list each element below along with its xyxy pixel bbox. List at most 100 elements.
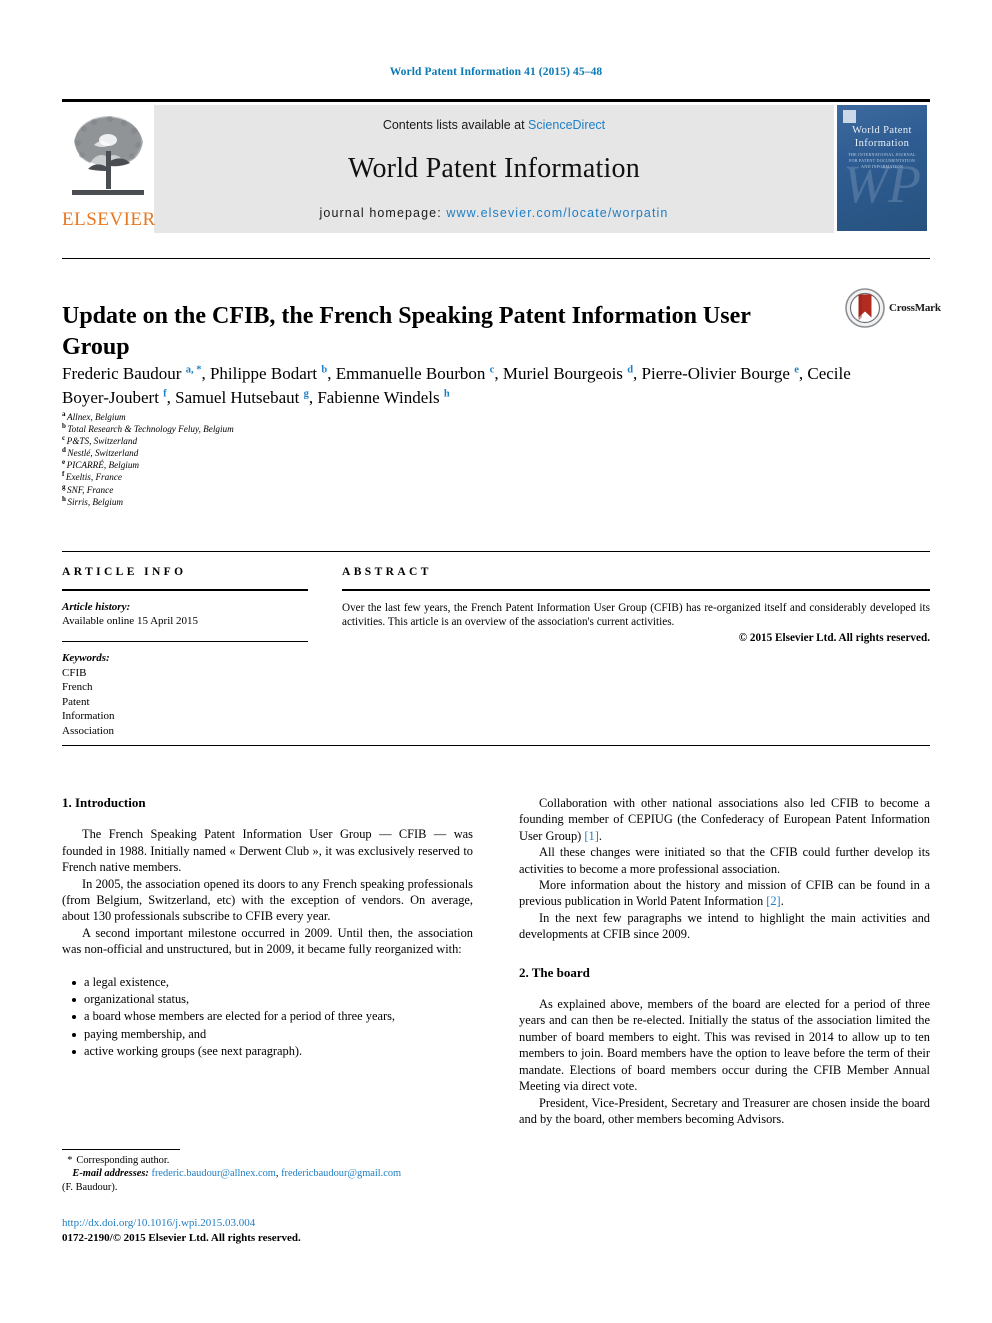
abstract-copyright: © 2015 Elsevier Ltd. All rights reserved… <box>738 631 930 644</box>
reorganization-bullet-list: a legal existence, organizational status,… <box>62 974 473 1060</box>
body-paragraph: All these changes were initiated so that… <box>519 845 930 876</box>
abstract-heading-rule <box>342 589 930 591</box>
affiliation-text: SNF, France <box>67 484 114 495</box>
journal-banner: Contents lists available at ScienceDirec… <box>154 105 834 233</box>
affiliation-text: Total Research & Technology Feluy, Belgi… <box>67 424 234 435</box>
affiliation-text: P&TS, Switzerland <box>66 436 138 447</box>
elsevier-tree-icon <box>72 116 144 195</box>
affiliation-text: Allnex, Belgium <box>67 412 126 422</box>
info-abstract-gap <box>308 566 342 738</box>
keywords-values: CFIB French Patent Information Association <box>62 666 308 739</box>
affiliation-mark: b <box>62 422 66 431</box>
asterisk-icon: * <box>67 1155 73 1166</box>
elsevier-logo: ELSEVIER <box>62 105 156 233</box>
affiliation-mark: a <box>62 409 66 418</box>
elsevier-wordmark: ELSEVIER <box>62 209 156 230</box>
body-paragraph: In 2005, the association opened its door… <box>62 876 473 924</box>
author-entry: Pierre-Olivier Bourge e <box>642 364 799 383</box>
doi-link[interactable]: http://dx.doi.org/10.1016/j.wpi.2015.03.… <box>62 1216 492 1231</box>
author-entry: Muriel Bourgeois d <box>503 364 633 383</box>
contents-prefix-text: Contents lists available at <box>382 118 529 132</box>
author-entry: Philippe Bodart b <box>210 364 327 383</box>
article-info-heading-rule <box>62 589 308 591</box>
affiliation-item: e PICARRÉ, Belgium <box>62 459 622 471</box>
affiliation-item: b Total Research & Technology Feluy, Belg… <box>62 423 622 435</box>
keyword-item: CFIB <box>62 666 87 679</box>
keyword-item: Patent <box>62 695 90 708</box>
affiliation-mark: f <box>62 470 65 479</box>
affiliation-item: c P&TS, Switzerland <box>62 435 622 447</box>
citation-reference[interactable]: [1] <box>584 829 598 843</box>
author-name: Samuel Hutsebaut <box>175 388 300 407</box>
citation-reference[interactable]: [2] <box>766 894 780 908</box>
page-title: Update on the CFIB, the French Speaking … <box>62 303 751 361</box>
body-right-column: Collaboration with other national associ… <box>519 795 930 1127</box>
cover-title-line2: Information <box>854 138 910 149</box>
info-bottom-rule <box>62 745 930 746</box>
list-item: a legal existence, <box>72 974 473 990</box>
cover-title: World Patent Information <box>837 124 927 150</box>
title-separator-rule <box>62 258 930 259</box>
list-item: organizational status, <box>72 991 473 1007</box>
body-left-column: 1. Introduction The French Speaking Pate… <box>62 795 473 1127</box>
author-name: Philippe Bodart <box>209 364 318 383</box>
contents-available-line: Contents lists available at ScienceDirec… <box>383 118 605 132</box>
affiliation-mark: d <box>62 446 66 455</box>
body-paragraph: The French Speaking Patent Information U… <box>62 827 473 875</box>
journal-homepage-link[interactable]: www.elsevier.com/locate/worpatin <box>446 206 668 220</box>
abstract-heading: ABSTRACT <box>342 566 432 578</box>
body-paragraph: More information about the history and m… <box>519 878 930 909</box>
affiliation-text: PICARRÉ, Belgium <box>66 460 140 471</box>
email-link-primary[interactable]: frederic.baudour@allnex.com <box>151 1168 275 1179</box>
journal-title: World Patent Information <box>348 153 640 184</box>
author-name: Muriel Bourgeois <box>502 364 623 383</box>
abstract-text: Over the last few years, the French Pate… <box>342 601 930 629</box>
journal-cover-image: WP World Patent Information THE INTERNAT… <box>837 105 927 231</box>
author-affiliation-mark: a, * <box>185 364 202 376</box>
affiliation-text: Exeltis, France <box>65 472 122 483</box>
sciencedirect-link[interactable]: ScienceDirect <box>528 118 605 132</box>
article-history: Article history: Available online 15 Apr… <box>62 600 308 628</box>
crossmark-badge[interactable]: CrossMark <box>845 287 941 329</box>
body-paragraph: In the next few paragraphs we intend to … <box>519 910 930 942</box>
author-affiliation-mark: h <box>443 388 450 400</box>
list-item: a board whose members are elected for a … <box>72 1008 473 1024</box>
body-paragraph: A second important milestone occurred in… <box>62 925 473 957</box>
article-body: 1. Introduction The French Speaking Pate… <box>62 795 930 1127</box>
running-head: World Patent Information 41 (2015) 45–48 <box>389 66 603 78</box>
keywords-block: Keywords: CFIB French Patent Information Ass… <box>62 651 308 738</box>
author-name: Emmanuelle Bourbon <box>335 364 486 383</box>
cover-subtitle: THE INTERNATIONAL JOURNAL FOR PATENT DOC… <box>848 152 916 169</box>
affiliation-mark: e <box>62 458 66 467</box>
journal-masthead: ELSEVIER Contents lists available at Sci… <box>62 99 930 233</box>
article-info-heading: ARTICLE INFO <box>62 566 187 578</box>
affiliation-item: d Nestlé, Switzerland <box>62 447 622 459</box>
journal-homepage-line: journal homepage: www.elsevier.com/locat… <box>320 206 669 220</box>
body-paragraph: Collaboration with other national associ… <box>519 796 930 843</box>
affiliation-text: Sirris, Belgium <box>67 496 124 507</box>
email-addresses-label: E-mail addresses: <box>72 1168 149 1180</box>
affiliation-item: h Sirris, Belgium <box>62 495 622 508</box>
email-link-secondary[interactable]: fredericbaudour@gmail.com <box>281 1168 401 1179</box>
affiliation-mark: g <box>62 482 66 491</box>
affiliation-text: Nestlé, Switzerland <box>67 448 139 459</box>
masthead-top-rule <box>62 99 930 102</box>
corresponding-author-footnote: * Corresponding author. E-mail addresses:… <box>62 1154 492 1194</box>
abstract-column: ABSTRACT Over the last few years, the Fr… <box>342 566 930 738</box>
author-name: Fabienne Windels <box>317 388 440 407</box>
journal-article-page: World Patent Information 41 (2015) 45–48 <box>0 0 992 1323</box>
email-line: E-mail addresses: frederic.baudour@allne… <box>62 1167 492 1180</box>
affiliation-mark: c <box>62 434 66 443</box>
affiliation-list: a Allnex, Belgium b Total Research & Techno… <box>62 409 622 508</box>
column-gutter <box>473 795 519 1127</box>
email-attribution: (F. Baudour). <box>62 1181 118 1193</box>
journal-cover-thumbnail: WP World Patent Information THE INTERNAT… <box>834 105 930 233</box>
keywords-label: Keywords: <box>62 652 110 665</box>
author-affiliation-mark: f <box>163 388 167 400</box>
issn-copyright-line: 0172-2190/© 2015 Elsevier Ltd. All right… <box>62 1232 301 1244</box>
author-entry: Frederic Baudour a, * <box>62 364 201 383</box>
introduction-paragraphs: The French Speaking Patent Information U… <box>62 826 473 957</box>
info-top-rule <box>62 551 930 552</box>
section-heading-introduction: 1. Introduction <box>62 795 146 810</box>
author-name: Pierre-Olivier Bourge <box>641 364 790 383</box>
